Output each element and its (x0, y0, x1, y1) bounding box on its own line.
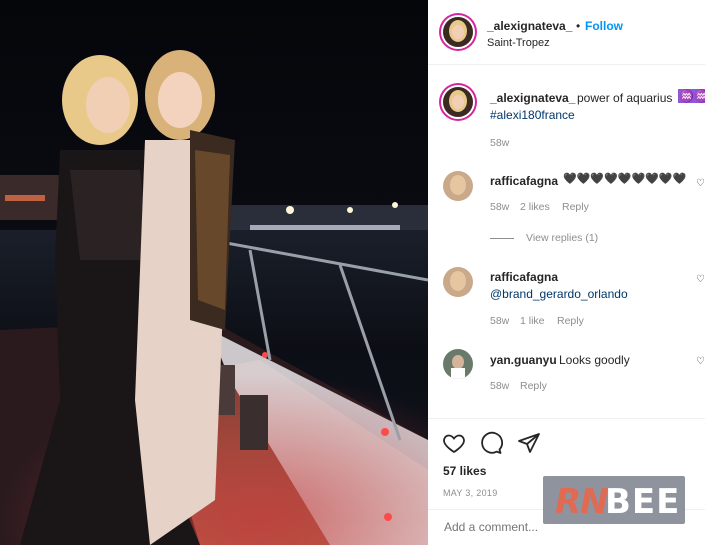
comment-username[interactable]: rafficafagna (490, 174, 558, 188)
post-header: _alexignateva_ • Follow Saint-Tropez (428, 0, 705, 65)
commenter-avatar[interactable] (443, 267, 473, 297)
comment-likes[interactable]: 1 like (520, 315, 545, 327)
comment-username[interactable]: yan.guanyu (490, 353, 557, 367)
caption-hashtag[interactable]: #alexi180france (490, 108, 575, 122)
watermark-bee: BEE (605, 482, 681, 522)
reply-button[interactable]: Reply (557, 315, 584, 327)
reply-button[interactable]: Reply (562, 201, 589, 213)
view-replies-line (490, 238, 514, 239)
comment-like-icon[interactable]: ♡ (696, 274, 705, 285)
comment-likes[interactable]: 2 likes (520, 201, 550, 213)
share-icon[interactable] (517, 431, 541, 455)
caption-time[interactable]: 58w (490, 137, 509, 149)
post-photo[interactable] (0, 0, 428, 545)
comment-like-icon[interactable]: ♡ (696, 178, 705, 189)
author-username[interactable]: _alexignateva_ (487, 19, 572, 33)
aquarius-emoji: ♒♒ (678, 89, 705, 103)
commenter-avatar[interactable] (443, 171, 473, 201)
rnbee-watermark-logo: RN BEE (543, 476, 685, 524)
watermark-rn: RN (555, 482, 609, 522)
post-location[interactable]: Saint-Tropez (487, 37, 550, 49)
caption-text: power of aquarius (577, 91, 673, 105)
comment-icon[interactable] (479, 431, 503, 455)
comment-username[interactable]: rafficafagna (490, 270, 558, 284)
likes-count[interactable]: 57 likes (443, 464, 486, 478)
heart-icon[interactable] (442, 431, 466, 455)
reply-button[interactable]: Reply (520, 380, 547, 392)
author-avatar[interactable] (443, 17, 473, 47)
comment-text: Looks goodly (559, 353, 630, 367)
comment-like-icon[interactable]: ♡ (696, 356, 705, 367)
caption-avatar[interactable] (443, 87, 473, 117)
comment-mention[interactable]: @brand_gerardo_orlando (490, 287, 628, 301)
comment-time[interactable]: 58w (490, 201, 509, 213)
photo-image (0, 0, 428, 545)
view-replies-button[interactable]: View replies (1) (526, 232, 598, 244)
commenter-avatar[interactable] (443, 349, 473, 379)
post-date[interactable]: MAY 3, 2019 (443, 488, 498, 498)
caption-username[interactable]: _alexignateva_ (490, 91, 575, 105)
comment-time[interactable]: 58w (490, 315, 509, 327)
follow-button[interactable]: Follow (585, 19, 623, 33)
comment-text: 🖤🖤🖤🖤🖤🖤🖤🖤🖤 (563, 173, 687, 185)
header-separator: • (576, 19, 581, 33)
comment-time[interactable]: 58w (490, 380, 509, 392)
post-sidebar: _alexignateva_ • Follow Saint-Tropez _al… (428, 0, 705, 545)
